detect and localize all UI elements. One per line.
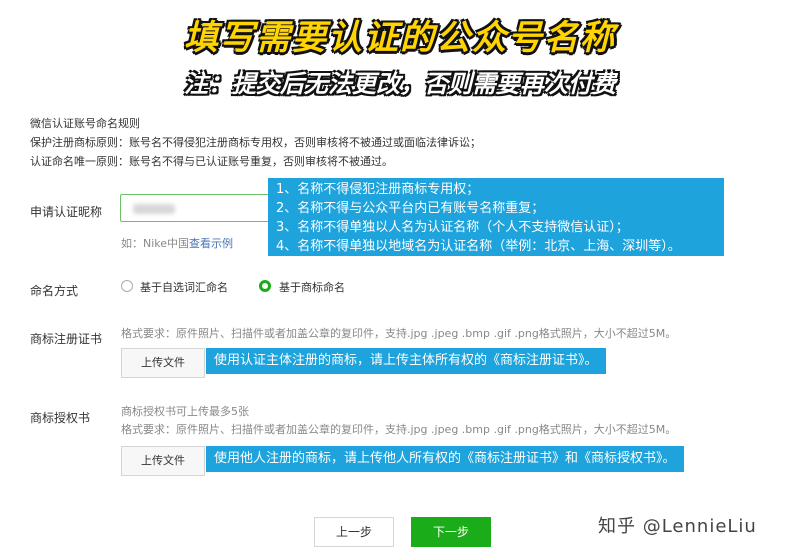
- upload-auth-button[interactable]: 上传文件: [121, 446, 205, 476]
- callout-line: 3、名称不得单独以人名为认证名称（个人不支持微信认证）；: [276, 220, 629, 235]
- trademark-cert-format: 格式要求：原件照片、扫描件或者加盖公章的复印件，支持.jpg .jpeg .bm…: [121, 327, 677, 340]
- callout-line: 1、名称不得侵犯注册商标专用权；: [276, 182, 480, 197]
- banner-subtitle: 注：提交后无法更改，否则需要再次付费: [184, 70, 616, 98]
- radio-custom-words[interactable]: [121, 280, 133, 292]
- nickname-label: 申请认证昵称: [30, 205, 103, 219]
- naming-rules: 微信认证账号命名规则 保护注册商标原则：账号名不得侵犯注册商标专用权，否则审核将…: [30, 114, 481, 171]
- banner-title: 填写需要认证的公众号名称: [184, 18, 616, 58]
- trademark-cert-callout: 使用认证主体注册的商标，请上传主体所有权的《商标注册证书》。: [206, 348, 606, 374]
- radio-custom-words-label[interactable]: 基于自选词汇命名: [140, 279, 228, 295]
- next-step-button[interactable]: 下一步: [411, 517, 491, 547]
- trademark-cert-label: 商标注册证书: [30, 332, 103, 346]
- radio-trademark[interactable]: [259, 280, 271, 292]
- view-example-link[interactable]: 查看示例: [189, 237, 233, 250]
- name-rules-callout: 1、名称不得侵犯注册商标专用权； 2、名称不得与公众平台内已有账号名称重复； 3…: [268, 178, 724, 256]
- previous-step-button[interactable]: 上一步: [314, 517, 394, 547]
- instruction-banner: 填写需要认证的公众号名称 注：提交后无法更改，否则需要再次付费: [0, 0, 800, 104]
- nickname-input[interactable]: [120, 194, 280, 222]
- trademark-auth-limit: 商标授权书可上传最多5张: [121, 405, 249, 418]
- nickname-hint: 如：Nike中国查看示例: [121, 235, 233, 251]
- naming-method-label: 命名方式: [30, 284, 79, 298]
- trademark-auth-format: 格式要求：原件照片、扫描件或者加盖公章的复印件，支持.jpg .jpeg .bm…: [121, 423, 677, 436]
- radio-trademark-label[interactable]: 基于商标命名: [279, 279, 345, 295]
- upload-cert-button[interactable]: 上传文件: [121, 348, 205, 378]
- trademark-auth-callout: 使用他人注册的商标，请上传他人所有权的《商标注册证书》和《商标授权书》。: [206, 446, 684, 472]
- rules-heading: 微信认证账号命名规则: [30, 117, 140, 130]
- rule-trademark: 保护注册商标原则：账号名不得侵犯注册商标专用权，否则审核将不被通过或面临法律诉讼…: [30, 136, 481, 149]
- callout-line: 4、名称不得单独以地域名为认证名称（举例：北京、上海、深圳等）。: [276, 239, 681, 254]
- nickname-hint-text: 如：Nike中国: [121, 237, 190, 250]
- trademark-auth-label: 商标授权书: [30, 411, 91, 425]
- rule-unique: 认证命名唯一原则：账号名不得与已认证账号重复，否则审核将不被通过。: [30, 155, 393, 168]
- watermark: 知乎 @LennieLiu: [598, 516, 757, 537]
- callout-line: 2、名称不得与公众平台内已有账号名称重复；: [276, 201, 545, 216]
- blurred-nickname-value: [133, 204, 175, 214]
